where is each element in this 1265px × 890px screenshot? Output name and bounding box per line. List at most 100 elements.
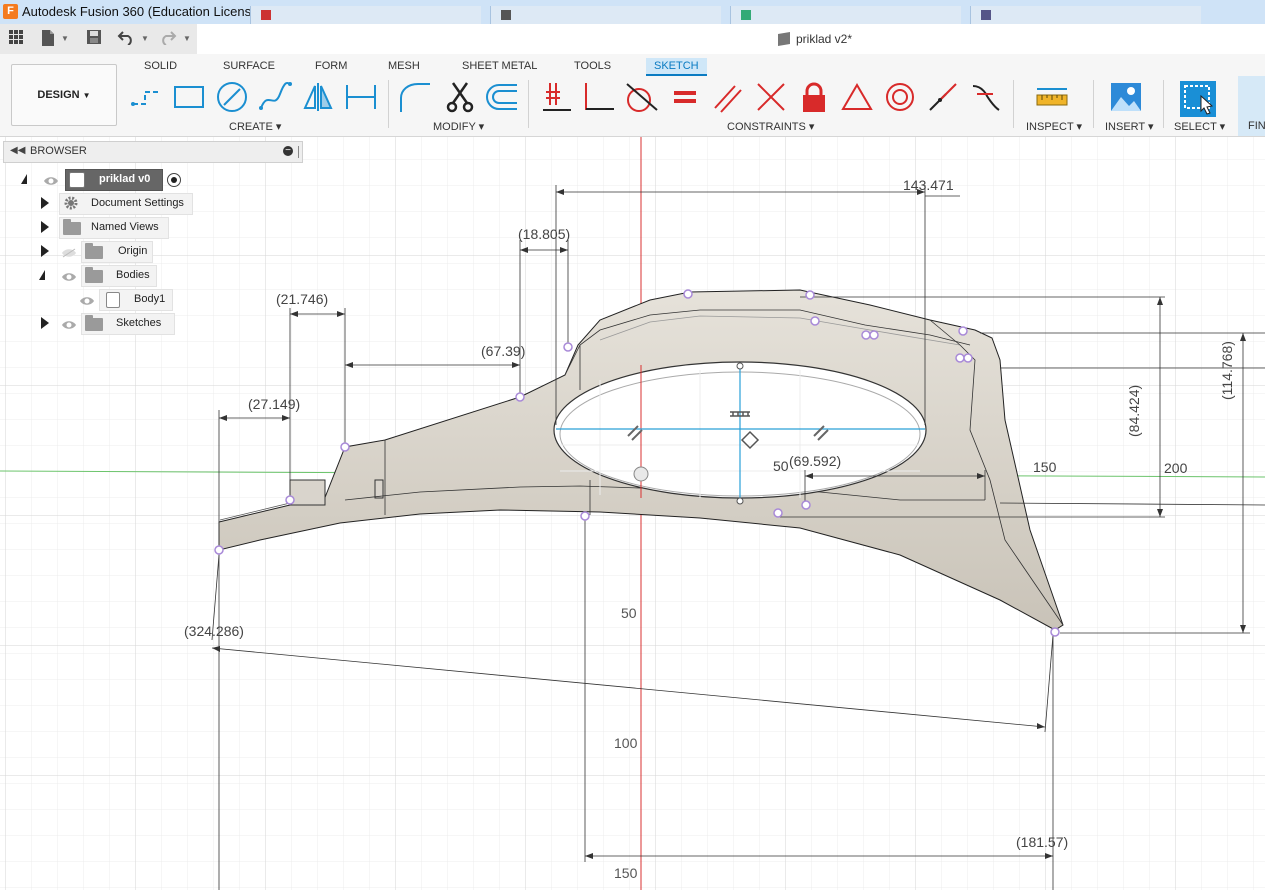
dimension-150[interactable]: 150 bbox=[1033, 459, 1056, 475]
expand-sketches-icon[interactable] bbox=[41, 317, 49, 329]
expand-document-settings-icon[interactable] bbox=[41, 197, 49, 209]
tab-form[interactable]: FORM bbox=[315, 58, 347, 74]
insert-image-icon[interactable] bbox=[1109, 80, 1143, 114]
collinear-constraint-icon[interactable] bbox=[926, 80, 960, 114]
dimension-18-805[interactable]: (18.805) bbox=[518, 226, 570, 242]
dimension-67-39[interactable]: (67.39) bbox=[481, 343, 525, 359]
browser-node-document-settings[interactable]: Document Settings bbox=[59, 193, 193, 215]
mirror-tool-icon[interactable] bbox=[301, 80, 335, 114]
activate-radio-icon[interactable] bbox=[167, 173, 181, 187]
trim-scissors-icon[interactable] bbox=[443, 80, 477, 114]
app-grid-icon[interactable] bbox=[6, 29, 26, 49]
spline-tool-icon[interactable] bbox=[258, 80, 292, 114]
grid-label-50: 50 bbox=[621, 605, 637, 621]
parallel-constraint-icon[interactable] bbox=[711, 80, 745, 114]
undo-icon[interactable] bbox=[116, 29, 136, 49]
inspect-group-label[interactable]: INSPECT ▾ bbox=[1026, 120, 1082, 133]
expand-origin-icon[interactable] bbox=[41, 245, 49, 257]
browser-node-origin[interactable]: Origin bbox=[81, 241, 153, 263]
collapse-browser-icon[interactable]: ◀◀ bbox=[10, 145, 25, 156]
select-tool-icon[interactable] bbox=[1179, 80, 1217, 118]
dimension-50[interactable]: 50 bbox=[773, 458, 789, 474]
browser-resize-grip[interactable] bbox=[298, 146, 301, 158]
dimension-tool-icon[interactable] bbox=[344, 80, 378, 114]
background-tab[interactable] bbox=[970, 6, 1201, 24]
concentric-constraint-icon[interactable] bbox=[883, 80, 917, 114]
tab-solid[interactable]: SOLID bbox=[144, 58, 177, 74]
tangent-constraint-icon[interactable] bbox=[625, 80, 659, 114]
line-tool-icon[interactable] bbox=[130, 80, 164, 114]
equal-constraint-icon[interactable] bbox=[668, 80, 702, 114]
fillet-tool-icon[interactable] bbox=[398, 80, 432, 114]
tab-tools[interactable]: TOOLS bbox=[574, 58, 611, 74]
root-component-label: priklad v0 bbox=[99, 173, 151, 185]
dimension-143-471[interactable]: 143.471 bbox=[903, 177, 954, 193]
visibility-eye-icon[interactable] bbox=[43, 176, 59, 186]
insert-group-label[interactable]: INSERT ▾ bbox=[1105, 120, 1154, 133]
collapse-bodies-icon[interactable] bbox=[39, 270, 45, 280]
redo-caret-icon[interactable]: ▼ bbox=[183, 34, 191, 43]
modify-group-label[interactable]: MODIFY ▾ bbox=[433, 120, 484, 133]
dimension-69-592[interactable]: (69.592) bbox=[789, 453, 841, 469]
workspace-label: DESIGN bbox=[37, 89, 80, 101]
dimension-84-424[interactable]: (84.424) bbox=[1126, 385, 1142, 437]
visibility-eye-icon[interactable] bbox=[61, 272, 77, 282]
curvature-constraint-icon[interactable] bbox=[969, 80, 1003, 114]
browser-node-sketches[interactable]: Sketches bbox=[81, 313, 175, 335]
browser-header[interactable]: ◀◀ BROWSER − bbox=[3, 141, 303, 163]
constraints-group-label[interactable]: CONSTRAINTS ▾ bbox=[727, 120, 814, 133]
finish-sketch-button[interactable]: FIN bbox=[1238, 76, 1265, 136]
dimension-21-746[interactable]: (21.746) bbox=[276, 291, 328, 307]
dimension-181-57[interactable]: (181.57) bbox=[1016, 834, 1068, 850]
sketch-viewport[interactable] bbox=[0, 137, 1265, 890]
tab-sketch[interactable]: SKETCH bbox=[646, 58, 707, 76]
coincident-constraint-icon[interactable] bbox=[540, 80, 574, 114]
origin-label: Origin bbox=[118, 245, 148, 257]
tab-surface[interactable]: SURFACE bbox=[223, 58, 275, 74]
design-canvas[interactable]: 143.471 (18.805) (21.746) (67.39) (27.14… bbox=[0, 137, 1265, 890]
workspace-switcher[interactable]: DESIGN ▼ bbox=[11, 64, 117, 126]
select-group-label[interactable]: SELECT ▾ bbox=[1174, 120, 1225, 133]
background-tab[interactable] bbox=[250, 6, 481, 24]
browser-node-body1[interactable]: Body1 bbox=[99, 289, 173, 311]
background-tab[interactable] bbox=[730, 6, 961, 24]
background-tab[interactable] bbox=[490, 6, 721, 24]
folder-icon bbox=[85, 315, 103, 331]
browser-node-bodies[interactable]: Bodies bbox=[81, 265, 157, 287]
offset-tool-icon[interactable] bbox=[485, 80, 519, 114]
circle-tool-icon[interactable] bbox=[215, 80, 249, 114]
dimension-200[interactable]: 200 bbox=[1164, 460, 1187, 476]
file-caret-icon[interactable]: ▼ bbox=[61, 34, 69, 43]
document-tab[interactable]: priklad v2* bbox=[778, 31, 852, 47]
expand-named-views-icon[interactable] bbox=[41, 221, 49, 233]
tab-favicon-icon bbox=[261, 10, 271, 20]
tab-favicon-icon bbox=[981, 10, 991, 20]
bodies-label: Bodies bbox=[116, 269, 150, 281]
fix-lock-icon[interactable] bbox=[797, 80, 831, 114]
file-icon[interactable] bbox=[38, 29, 58, 49]
midpoint-constraint-icon[interactable] bbox=[754, 80, 788, 114]
minimize-browser-icon[interactable]: − bbox=[283, 146, 293, 156]
redo-icon[interactable] bbox=[158, 29, 178, 49]
dimension-324-286[interactable]: (324.286) bbox=[184, 623, 244, 639]
visibility-eye-icon[interactable] bbox=[61, 320, 77, 330]
measure-ruler-icon[interactable] bbox=[1035, 80, 1069, 114]
hidden-eye-icon[interactable] bbox=[61, 248, 77, 258]
save-icon[interactable] bbox=[84, 29, 104, 49]
tab-sheet-metal[interactable]: SHEET METAL bbox=[462, 58, 537, 74]
window-title: Autodesk Fusion 360 (Education License) bbox=[22, 4, 263, 19]
perpendicular-constraint-icon[interactable] bbox=[582, 80, 616, 114]
sketches-label: Sketches bbox=[116, 317, 162, 329]
dimension-114-768[interactable]: (114.768) bbox=[1219, 341, 1235, 400]
toolbar-ribbon: DESIGN ▼ SOLID SURFACE FORM MESH SHEET M… bbox=[0, 54, 1265, 137]
browser-node-root[interactable]: priklad v0 bbox=[65, 169, 163, 191]
triangle-constraint-icon[interactable] bbox=[840, 80, 874, 114]
rectangle-tool-icon[interactable] bbox=[172, 80, 206, 114]
browser-node-named-views[interactable]: Named Views bbox=[59, 217, 169, 239]
undo-caret-icon[interactable]: ▼ bbox=[141, 34, 149, 43]
visibility-eye-icon[interactable] bbox=[79, 296, 95, 306]
dimension-27-149[interactable]: (27.149) bbox=[248, 396, 300, 412]
create-group-label[interactable]: CREATE ▾ bbox=[229, 120, 281, 133]
expand-root-icon[interactable] bbox=[21, 174, 27, 184]
tab-mesh[interactable]: MESH bbox=[388, 58, 420, 74]
